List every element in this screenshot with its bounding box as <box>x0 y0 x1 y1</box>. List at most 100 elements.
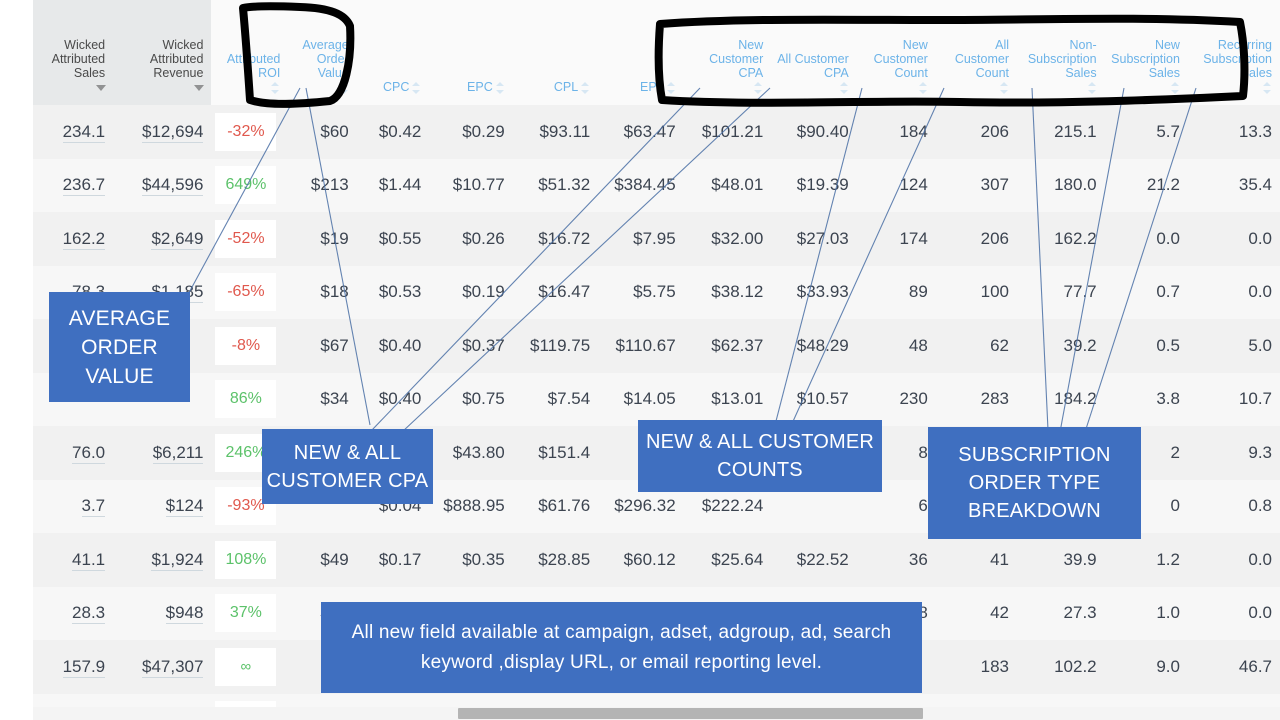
col-header-non-subscription-sales[interactable]: Non-Subscription Sales <box>1017 0 1105 105</box>
cell-recurring-subscription-sales: 13.3 <box>1187 105 1280 159</box>
cell-link[interactable]: $2,649 <box>151 228 204 250</box>
col-header-epc[interactable]: EPC <box>429 0 513 105</box>
col-header-all-customer-count[interactable]: All Customer Count <box>935 0 1018 105</box>
cell-wicked-attributed-revenue[interactable]: $948 <box>113 586 212 640</box>
cell-wicked-attributed-revenue[interactable]: $44,596 <box>113 158 212 212</box>
cell-link[interactable]: 28.3 <box>72 603 106 625</box>
cell-non-subscription-sales: 39.2 <box>1017 319 1105 373</box>
cell-new-subscription-sales: 3.8 <box>1104 372 1188 426</box>
sort-toggle-icon[interactable] <box>1087 81 1097 95</box>
sort-toggle-icon[interactable] <box>1000 81 1009 95</box>
cell-cpl: $16.47 <box>512 265 599 319</box>
roi-value: 649% <box>225 176 267 194</box>
col-header-new-subscription-sales[interactable]: New Subscription Sales <box>1104 0 1188 105</box>
sort-toggle-icon[interactable] <box>1263 81 1272 95</box>
col-header-cpl[interactable]: CPL <box>512 0 599 105</box>
cell-average-order-value: $49 <box>288 533 357 587</box>
roi-value: 86% <box>229 390 262 408</box>
cell-new-customer-cpa: $25.64 <box>683 533 772 587</box>
cell-epc: $0.35 <box>429 533 513 587</box>
cell-link[interactable]: 234.1 <box>62 121 106 143</box>
col-header-average-order-value[interactable]: Average Order Value <box>288 0 357 105</box>
cell-link[interactable]: $12,694 <box>141 121 204 143</box>
cell-link[interactable]: 236.7 <box>62 175 106 197</box>
cell-wicked-attributed-sales[interactable]: 41.1 <box>33 533 114 587</box>
cell-epc: $0.37 <box>429 319 513 373</box>
cell-cpc: $0.40 <box>356 319 430 373</box>
sort-toggle-icon[interactable] <box>666 81 676 95</box>
table-row[interactable]: 236.7 $44,596 649% $213 $1.44 $10.77 $51.32 $38… <box>33 158 1280 212</box>
table-row[interactable]: 162.2 $2,649 -52% $19 $0.55 $0.26 $16.72 $7.95 $… <box>33 212 1280 266</box>
col-header-cpc[interactable]: CPC <box>356 0 430 105</box>
roi-value: 246% <box>225 443 267 461</box>
cell-wicked-attributed-revenue[interactable]: $2,649 <box>113 212 212 266</box>
cell-wicked-attributed-revenue[interactable]: $1,924 <box>113 533 212 587</box>
sort-toggle-icon[interactable] <box>754 81 763 95</box>
table-row[interactable]: -8% $67 $0.40 $0.37 $119.75 $110.67 $62.37 $48.… <box>33 319 1280 373</box>
sort-toggle-icon[interactable] <box>1170 81 1180 95</box>
sort-toggle-icon[interactable] <box>581 81 590 95</box>
table-row[interactable]: 86% $34 $0.40 $0.75 $7.54 $14.05 $13.01 $10.57 2… <box>33 372 1280 426</box>
cell-cpc: $1.44 <box>356 158 430 212</box>
horizontal-scrollbar[interactable] <box>33 707 1280 720</box>
sort-toggle-icon[interactable] <box>918 81 928 95</box>
cell-link[interactable]: 162.2 <box>62 228 106 250</box>
cell-all-customer-count: 307 <box>935 158 1018 212</box>
table-row[interactable]: 234.1 $12,694 -32% $60 $0.42 $0.29 $93.11 $63.4… <box>33 105 1280 159</box>
sort-toggle-icon[interactable] <box>839 81 849 95</box>
cell-wicked-attributed-sales[interactable]: 162.2 <box>33 212 114 266</box>
sort-toggle-icon[interactable] <box>412 81 421 95</box>
cell-link[interactable]: 157.9 <box>62 656 106 678</box>
scrollbar-thumb[interactable] <box>458 708 923 719</box>
cell-epc: $0.19 <box>429 265 513 319</box>
cell-link[interactable]: $47,307 <box>141 656 204 678</box>
cell-link[interactable]: $44,596 <box>141 175 204 197</box>
cell-wicked-attributed-sales[interactable]: 236.7 <box>33 158 114 212</box>
cell-wicked-attributed-revenue[interactable]: $12,694 <box>113 105 212 159</box>
table-header-row: Wicked Attributed Sales Wicked Attribute… <box>33 0 1280 105</box>
col-header-wicked-attributed-revenue[interactable]: Wicked Attributed Revenue <box>113 0 212 105</box>
table-row[interactable]: 78.3$1,185-65%$18$0.53$0.19$16.47$5.75$3… <box>33 265 1280 319</box>
cell-wicked-attributed-revenue[interactable]: $6,211 <box>113 426 212 480</box>
col-header-attributed-roi[interactable]: Attributed ROI <box>211 0 289 105</box>
cell-link[interactable]: 3.7 <box>81 496 106 518</box>
col-header-recurring-subscription-sales[interactable]: Recurring Subscription Sales <box>1187 0 1280 105</box>
cell-new-customer-count: 48 <box>856 319 936 373</box>
col-header-all-customer-cpa[interactable]: All Customer CPA <box>771 0 857 105</box>
cell-epl: $7.95 <box>598 212 684 266</box>
cell-link[interactable]: 76.0 <box>72 442 106 464</box>
sort-desc-icon[interactable] <box>194 81 205 95</box>
col-header-label: Average Order Value <box>302 38 349 81</box>
cell-link[interactable]: $948 <box>165 603 204 625</box>
cell-link[interactable]: $1,924 <box>151 549 204 571</box>
cell-wicked-attributed-sales[interactable]: 157.9 <box>33 640 114 694</box>
cell-all-customer-cpa: $33.93 <box>771 265 857 319</box>
cell-wicked-attributed-sales[interactable]: 76.0 <box>33 426 114 480</box>
col-header-new-customer-count[interactable]: New Customer Count <box>856 0 936 105</box>
cell-new-customer-count: 124 <box>856 158 936 212</box>
col-header-epl[interactable]: EPL <box>598 0 684 105</box>
cell-wicked-attributed-sales[interactable]: 234.1 <box>33 105 114 159</box>
col-header-wicked-attributed-sales[interactable]: Wicked Attributed Sales <box>33 0 114 105</box>
cell-link[interactable]: $124 <box>165 496 204 518</box>
cell-average-order-value: $60 <box>288 105 357 159</box>
cell-wicked-attributed-revenue[interactable]: $47,307 <box>113 640 212 694</box>
cell-non-subscription-sales: 102.2 <box>1017 640 1105 694</box>
col-header-label: New Customer Count <box>873 38 928 81</box>
table-row[interactable]: 41.1 $1,924 108% $49 $0.17 $0.35 $28.85 $60.12 $… <box>33 533 1280 587</box>
cell-new-subscription-sales: 9.0 <box>1104 640 1188 694</box>
col-header-new-customer-cpa[interactable]: New Customer CPA <box>683 0 772 105</box>
cell-wicked-attributed-revenue[interactable]: $124 <box>113 479 212 533</box>
cell-link[interactable]: 41.1 <box>72 549 106 571</box>
cell-wicked-attributed-sales[interactable]: 28.3 <box>33 586 114 640</box>
callout-text: NEW & ALL CUSTOMER COUNTS <box>645 431 875 481</box>
sort-toggle-icon[interactable] <box>495 81 505 95</box>
sort-toggle-icon[interactable] <box>271 81 280 95</box>
cell-recurring-subscription-sales: 9.3 <box>1187 426 1280 480</box>
sort-toggle-icon[interactable] <box>339 81 349 95</box>
sort-desc-icon[interactable] <box>96 81 107 95</box>
cell-average-order-value: $34 <box>288 372 357 426</box>
callout-availability-note: All new field available at campaign, ads… <box>321 602 922 693</box>
cell-wicked-attributed-sales[interactable]: 3.7 <box>33 479 114 533</box>
cell-link[interactable]: $6,211 <box>152 442 204 464</box>
